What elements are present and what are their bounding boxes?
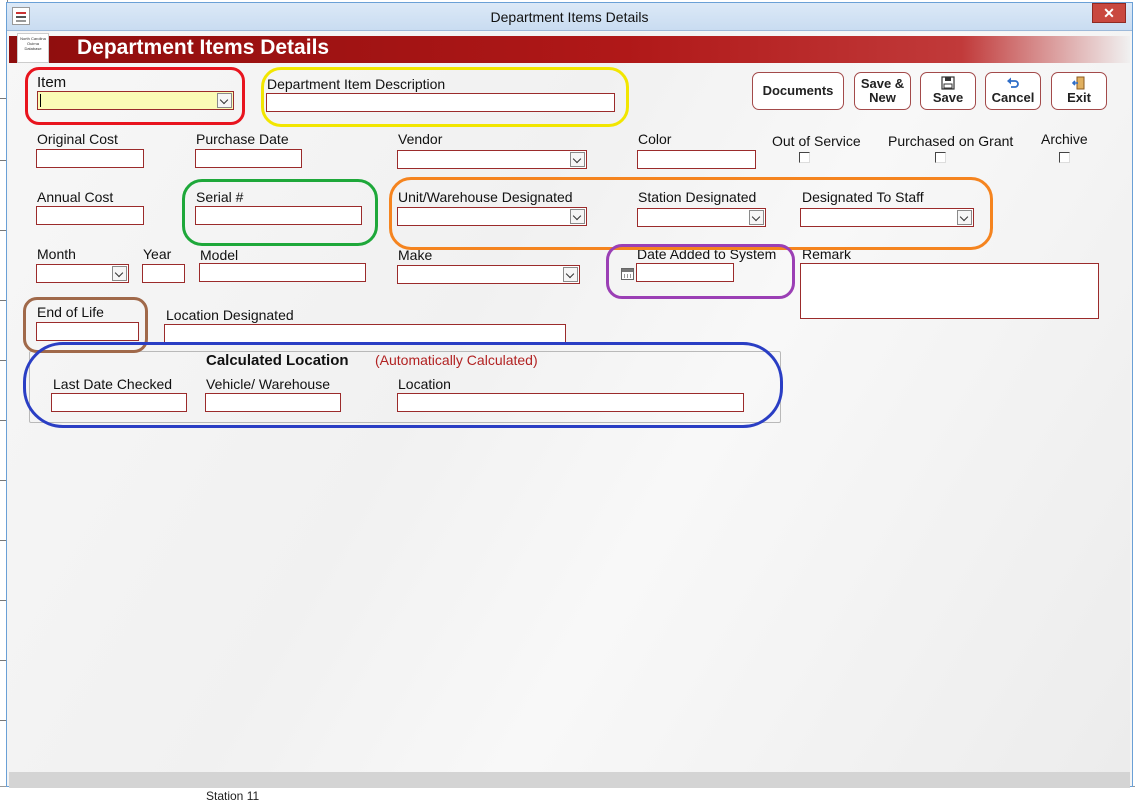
description-input[interactable] [266,93,615,112]
save-and-new-button[interactable]: Save & New [854,72,911,110]
original-cost-label: Original Cost [37,131,118,147]
unit-warehouse-combobox[interactable] [397,207,587,226]
chevron-down-icon[interactable] [112,266,127,281]
logo: North Carolina Ouirna Database [17,33,49,63]
color-input[interactable] [637,150,756,169]
color-label: Color [638,131,672,147]
location-designated-label: Location Designated [166,307,294,323]
unit-warehouse-label: Unit/Warehouse Designated [398,189,573,205]
make-combobox[interactable] [397,265,580,284]
calculated-location-title: Calculated Location [206,352,349,369]
save-button[interactable]: Save [920,72,976,110]
year-label: Year [143,246,172,262]
vendor-label: Vendor [398,131,443,147]
purchase-date-input[interactable] [195,149,302,168]
end-of-life-label: End of Life [37,304,104,320]
remark-label: Remark [802,246,852,262]
location-label: Location [398,376,451,392]
documents-button[interactable]: Documents [752,72,844,110]
make-label: Make [398,247,433,263]
item-label: Item [37,74,67,91]
archive-label: Archive [1041,131,1088,147]
calendar-icon[interactable] [621,268,634,280]
month-combobox[interactable] [36,264,129,283]
window-title: Department Items Details [490,9,649,25]
item-combobox[interactable] [37,91,234,110]
exit-button[interactable]: Exit [1051,72,1107,110]
exit-door-icon [1072,76,1085,90]
vendor-combobox[interactable] [397,150,587,169]
remark-textarea[interactable] [800,263,1099,319]
chevron-down-icon[interactable] [957,210,972,225]
month-label: Month [37,246,76,262]
designated-to-staff-label: Designated To Staff [802,189,924,205]
archive-checkbox[interactable] [1059,152,1070,163]
out-of-service-label: Out of Service [772,133,861,149]
year-input[interactable] [142,264,185,283]
last-date-checked-input[interactable] [51,393,187,412]
date-added-input[interactable] [636,263,734,282]
undo-icon [1007,77,1019,88]
chevron-down-icon[interactable] [563,267,578,282]
form-body: North Carolina Ouirna Database Departmen… [9,32,1130,788]
last-date-checked-label: Last Date Checked [53,376,173,392]
location-input[interactable] [397,393,744,412]
close-button[interactable]: ✕ [1092,3,1126,23]
dialog-window: Department Items Details ✕ North Carolin… [6,2,1133,788]
save-label: Save [932,90,964,105]
out-of-service-checkbox[interactable] [799,152,810,163]
serial-input[interactable] [195,206,362,225]
model-input[interactable] [199,263,366,282]
background-app-bottom: Station 11 [0,786,1135,803]
station-designated-combobox[interactable] [637,208,766,227]
annual-cost-input[interactable] [36,206,144,225]
serial-label: Serial # [196,189,244,205]
purchased-on-grant-label: Purchased on Grant [888,133,1014,149]
exit-label: Exit [1067,90,1091,105]
save-and-new-label-line2: New [869,90,896,105]
station-designated-label: Station Designated [638,189,757,205]
chevron-down-icon[interactable] [217,93,232,108]
location-designated-input[interactable] [164,324,566,343]
original-cost-input[interactable] [36,149,144,168]
chevron-down-icon[interactable] [749,210,764,225]
model-label: Model [200,247,239,263]
cancel-label: Cancel [991,90,1035,105]
save-and-new-label-line1: Save & [860,76,905,91]
date-added-label: Date Added to System [637,246,777,262]
form-title: Department Items Details [77,36,330,59]
designated-to-staff-combobox[interactable] [800,208,974,227]
cancel-button[interactable]: Cancel [985,72,1041,110]
chevron-down-icon[interactable] [570,209,585,224]
end-of-life-input[interactable] [36,322,139,341]
text-cursor [40,94,41,107]
purchased-on-grant-checkbox[interactable] [935,152,946,163]
background-cell: Station 11 [206,789,260,803]
vehicle-warehouse-input[interactable] [205,393,341,412]
title-bar: Department Items Details ✕ [7,3,1132,31]
save-icon [941,76,955,90]
vehicle-warehouse-label: Vehicle/ Warehouse [206,376,330,392]
status-strip [9,772,1130,788]
annual-cost-label: Annual Cost [37,189,114,205]
description-label: Department Item Description [267,76,446,92]
calculated-note: (Automatically Calculated) [375,352,538,368]
chevron-down-icon[interactable] [570,152,585,167]
purchase-date-label: Purchase Date [196,131,289,147]
